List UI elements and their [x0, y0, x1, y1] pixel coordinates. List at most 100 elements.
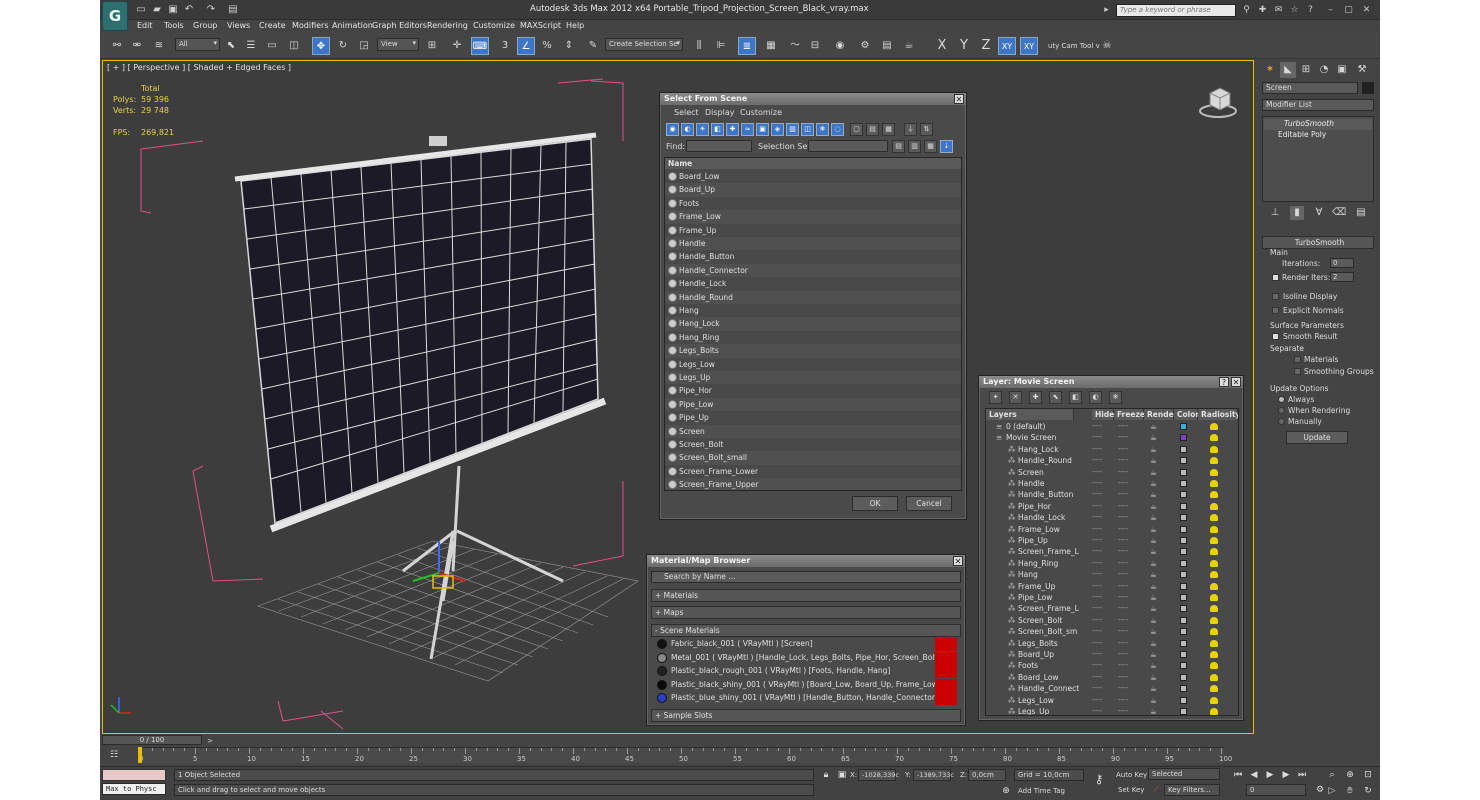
- scene-object-row[interactable]: Handle_Button: [665, 250, 961, 263]
- layer-color-swatch[interactable]: [1180, 468, 1187, 476]
- material-browser-close-icon[interactable]: ✕: [953, 556, 963, 566]
- layer-color-swatch[interactable]: [1180, 537, 1187, 544]
- render-setup-icon[interactable]: ⚙: [856, 37, 874, 55]
- hide-toggle[interactable]: ----: [1092, 455, 1102, 466]
- time-config-icon[interactable]: ⚙: [1314, 784, 1326, 796]
- hide-toggle[interactable]: ----: [1092, 489, 1102, 500]
- scene-object-row[interactable]: Screen: [665, 424, 961, 438]
- show-end-result-icon[interactable]: ▮: [1290, 206, 1304, 220]
- layer-object-row[interactable]: ⁂ Handle_Lock ---- ---- ☕: [986, 512, 1236, 523]
- display-shapes-icon[interactable]: ◐: [681, 123, 694, 136]
- utilities-tab-icon[interactable]: ⚒: [1354, 62, 1370, 78]
- maxscript-listener-pink[interactable]: [102, 769, 166, 781]
- scene-object-row[interactable]: Hang: [665, 304, 961, 317]
- layer-color-swatch[interactable]: [1180, 525, 1187, 533]
- axis-z-button[interactable]: Z: [977, 37, 995, 55]
- material-browser-title[interactable]: Material/Map Browser: [647, 555, 965, 567]
- radiosity-bulb-icon[interactable]: [1210, 434, 1218, 442]
- pan-icon[interactable]: ✋︎: [1344, 785, 1356, 797]
- radiosity-bulb-icon[interactable]: [1210, 525, 1218, 533]
- freeze-toggle[interactable]: ----: [1118, 603, 1128, 614]
- manually-radio[interactable]: [1278, 418, 1285, 425]
- snaps-toggle-icon[interactable]: 3: [496, 37, 514, 55]
- object-name-input[interactable]: Screen: [1262, 82, 1358, 94]
- radiosity-column-header[interactable]: Radiosity: [1198, 409, 1238, 420]
- update-button[interactable]: Update: [1286, 431, 1348, 444]
- edit-named-sel-icon[interactable]: ✎: [584, 37, 602, 55]
- layer-color-swatch[interactable]: [1180, 696, 1187, 704]
- layer-object-row[interactable]: ⁂ Pipe_Low ---- ---- ☕: [986, 592, 1236, 603]
- scene-object-row[interactable]: Frame_Low: [665, 210, 961, 224]
- radiosity-bulb-icon[interactable]: [1210, 571, 1218, 579]
- absolute-mode-icon[interactable]: ▣: [836, 769, 848, 781]
- hide-toggle[interactable]: ----: [1092, 569, 1102, 580]
- iterations-spinner[interactable]: 0: [1330, 258, 1354, 268]
- named-selection-dropdown[interactable]: Create Selection Se: [605, 38, 683, 51]
- hide-toggle[interactable]: ----: [1092, 421, 1102, 432]
- layer-object-row[interactable]: ⁂ Screen_Bolt_sm ---- ---- ☕: [986, 626, 1236, 637]
- layer-manager-icon[interactable]: ≣: [738, 37, 756, 55]
- hide-toggle[interactable]: ----: [1092, 581, 1102, 592]
- select-rotate-icon[interactable]: ↻: [334, 37, 352, 55]
- hide-toggle[interactable]: ----: [1092, 706, 1102, 715]
- hide-toggle[interactable]: ----: [1092, 649, 1102, 660]
- layer-color-swatch[interactable]: [1180, 628, 1187, 636]
- menu-help[interactable]: Help: [566, 21, 584, 30]
- menu-views[interactable]: Views: [227, 21, 250, 30]
- binoculars-icon[interactable]: ⚲: [1240, 4, 1253, 17]
- axis-xy-cycle-button[interactable]: XY: [1020, 37, 1038, 55]
- hide-toggle[interactable]: ----: [1092, 660, 1102, 671]
- set-key-icon[interactable]: ⟋: [1150, 784, 1162, 796]
- layer-manager-title[interactable]: Layer: Movie Screen: [979, 376, 1243, 388]
- goto-end-icon[interactable]: ⏭: [1296, 769, 1308, 781]
- window-crossing-icon[interactable]: ◫: [285, 37, 303, 55]
- hide-toggle[interactable]: ----: [1092, 558, 1102, 569]
- display-frozen-icon[interactable]: ❄: [816, 123, 829, 136]
- layer-color-swatch[interactable]: [1180, 708, 1187, 715]
- separate-materials-checkbox[interactable]: [1294, 356, 1301, 363]
- configure-sets-icon[interactable]: ▤: [1354, 206, 1368, 220]
- radiosity-bulb-icon[interactable]: [1210, 548, 1218, 556]
- radiosity-bulb-icon[interactable]: [1210, 662, 1218, 670]
- scene-object-row[interactable]: Handle: [665, 237, 961, 251]
- selset-add-icon[interactable]: ▤: [892, 140, 905, 153]
- scene-material-row[interactable]: Plastic_black_shiny_001 ( VRayMtl ) [Boa…: [655, 678, 957, 692]
- scene-object-row[interactable]: Legs_Up: [665, 371, 961, 385]
- hide-toggle[interactable]: ----: [1092, 501, 1102, 512]
- highlight-layer-icon[interactable]: ◧: [1069, 391, 1082, 404]
- radiosity-bulb-icon[interactable]: [1210, 605, 1218, 613]
- freeze-toggle[interactable]: ----: [1118, 489, 1128, 500]
- smooth-result-checkbox[interactable]: [1272, 333, 1279, 340]
- render-teapot-icon[interactable]: ☕: [1150, 649, 1157, 660]
- render-teapot-icon[interactable]: ☕: [1150, 467, 1157, 478]
- select-link-icon[interactable]: ⚯: [108, 37, 126, 55]
- track-ruler[interactable]: 0510152025303540455055606570758085909510…: [138, 747, 1232, 763]
- selection-filter-dropdown[interactable]: All: [175, 38, 220, 51]
- hide-all-layers-icon[interactable]: ◐: [1089, 391, 1102, 404]
- hide-toggle[interactable]: ----: [1092, 478, 1102, 489]
- freeze-toggle[interactable]: ----: [1118, 501, 1128, 512]
- select-all-icon[interactable]: ▢: [850, 123, 863, 136]
- layer-object-row[interactable]: ⁂ Pipe_Up ---- ---- ☕: [986, 535, 1236, 546]
- freeze-toggle[interactable]: ----: [1118, 455, 1128, 466]
- hide-toggle[interactable]: ----: [1092, 683, 1102, 694]
- freeze-toggle[interactable]: ----: [1118, 444, 1128, 455]
- time-slider[interactable]: 0 / 100: [102, 735, 202, 745]
- layer-object-row[interactable]: ⁂ Hang ---- ---- ☕: [986, 569, 1236, 580]
- layer-object-row[interactable]: ⁂ Legs_Bolts ---- ---- ☕: [986, 638, 1236, 649]
- freeze-column-header[interactable]: Freeze: [1114, 409, 1145, 420]
- radiosity-bulb-icon[interactable]: [1210, 514, 1218, 522]
- radiosity-bulb-icon[interactable]: [1210, 673, 1218, 681]
- isoline-checkbox[interactable]: [1272, 293, 1279, 300]
- auto-key-button[interactable]: Auto Key: [1116, 771, 1147, 779]
- radiosity-bulb-icon[interactable]: [1210, 651, 1218, 658]
- layer-color-swatch[interactable]: [1180, 673, 1187, 681]
- display-helpers-icon[interactable]: ✚: [726, 123, 739, 136]
- communication-icon[interactable]: ✉: [1272, 4, 1285, 17]
- render-iters-spinner[interactable]: 2: [1330, 272, 1354, 282]
- menu-customize[interactable]: Customize: [473, 21, 515, 30]
- material-search-input[interactable]: Search by Name ...: [651, 571, 961, 583]
- render-teapot-icon[interactable]: ☕: [1150, 558, 1157, 569]
- render-teapot-icon[interactable]: ☕: [1150, 638, 1157, 649]
- layer-color-swatch[interactable]: [1180, 548, 1187, 556]
